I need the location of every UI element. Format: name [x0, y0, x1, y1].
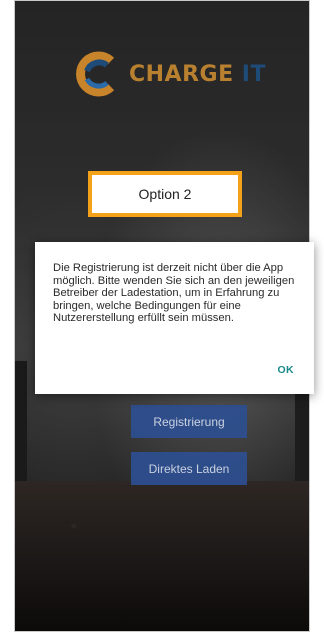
option-label: Option 2 [88, 171, 242, 217]
logo-word-it: IT [241, 61, 266, 87]
registration-info-dialog: Die Registrierung ist derzeit nicht über… [35, 242, 314, 394]
direct-charge-button[interactable]: Direktes Laden [131, 452, 247, 485]
logo-word-charge: CHARGE [129, 61, 234, 87]
charge-it-logo-icon [76, 51, 115, 97]
logo-wordmark: CHARGE IT [129, 62, 266, 87]
register-button[interactable]: Registrierung [131, 405, 247, 438]
dialog-message: Die Registrierung ist derzeit nicht über… [53, 262, 295, 325]
dialog-ok-button[interactable]: OK [277, 364, 294, 376]
charge-it-logo: CHARGE IT [73, 51, 266, 97]
